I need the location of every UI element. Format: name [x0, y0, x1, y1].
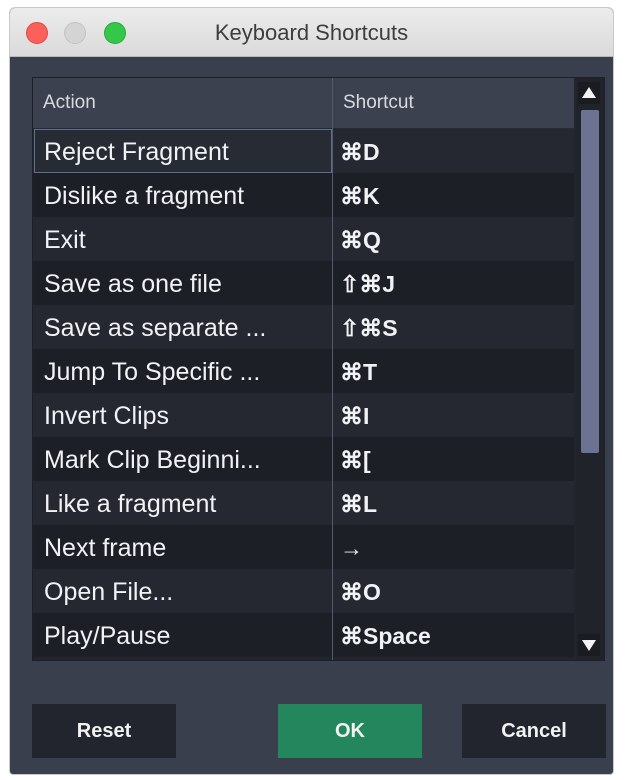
scroll-thumb[interactable]	[581, 110, 599, 453]
shortcuts-table: Action Shortcut Reject Fragment ⌘D Dislike…	[32, 77, 605, 661]
shortcut-cell[interactable]: ⌘K	[340, 173, 380, 217]
column-divider	[332, 78, 333, 660]
shortcut-cell[interactable]: →	[340, 525, 363, 569]
shortcut-cell[interactable]: ⌘T	[340, 349, 377, 393]
action-cell[interactable]: Next frame	[44, 525, 166, 569]
action-cell[interactable]: Play/Pause	[44, 613, 170, 657]
shortcut-cell[interactable]: ⌘Space	[340, 613, 431, 657]
table-row[interactable]: Save as one file ⇧⌘J	[33, 261, 574, 305]
keyboard-shortcuts-window: Keyboard Shortcuts Action Shortcut Rejec…	[10, 8, 613, 774]
shortcut-cell[interactable]: ⌘L	[340, 481, 377, 525]
table-row[interactable]: Jump To Specific ... ⌘T	[33, 349, 574, 393]
table-row[interactable]: Save as separate ... ⇧⌘S	[33, 305, 574, 349]
table-row[interactable]: Exit ⌘Q	[33, 217, 574, 261]
action-cell[interactable]: Save as separate ...	[44, 305, 266, 349]
cancel-button[interactable]: Cancel	[462, 704, 606, 758]
action-cell[interactable]: Dislike a fragment	[44, 173, 244, 217]
scroll-down-arrow-icon[interactable]	[578, 634, 600, 656]
shortcut-cell[interactable]: ⌘[	[340, 437, 371, 481]
action-cell[interactable]: Reject Fragment	[44, 129, 229, 173]
ok-button[interactable]: OK	[278, 704, 422, 758]
table-row[interactable]: Next frame →	[33, 525, 574, 569]
table-row[interactable]: Open File... ⌘O	[33, 569, 574, 613]
table-row[interactable]: Invert Clips ⌘I	[33, 393, 574, 437]
action-cell[interactable]: Open File...	[44, 569, 173, 613]
action-cell[interactable]: Exit	[44, 217, 86, 261]
scroll-up-arrow-icon[interactable]	[578, 82, 600, 104]
table-row[interactable]: Reject Fragment ⌘D	[33, 129, 574, 173]
column-header-action[interactable]: Action	[43, 78, 96, 128]
shortcut-cell[interactable]: ⌘I	[340, 393, 369, 437]
action-cell[interactable]: Mark Clip Beginni...	[44, 437, 261, 481]
table-header: Action Shortcut	[33, 78, 574, 129]
action-cell[interactable]: Like a fragment	[44, 481, 216, 525]
reset-button[interactable]: Reset	[32, 704, 176, 758]
shortcut-cell[interactable]: ⇧⌘S	[340, 305, 398, 349]
vertical-scrollbar[interactable]	[576, 78, 604, 660]
action-cell[interactable]: Jump To Specific ...	[44, 349, 260, 393]
shortcut-cell[interactable]: ⇧⌘J	[340, 261, 395, 305]
column-header-shortcut[interactable]: Shortcut	[343, 78, 414, 128]
table-row[interactable]: Dislike a fragment ⌘K	[33, 173, 574, 217]
table-row[interactable]: Play/Pause ⌘Space	[33, 613, 574, 657]
action-cell[interactable]: Invert Clips	[44, 393, 169, 437]
table-row[interactable]: Mark Clip Beginni... ⌘[	[33, 437, 574, 481]
table-viewport: Action Shortcut Reject Fragment ⌘D Dislike…	[33, 78, 574, 660]
table-row[interactable]: Like a fragment ⌘L	[33, 481, 574, 525]
window-title: Keyboard Shortcuts	[214, 20, 409, 45]
shortcut-cell[interactable]: ⌘O	[340, 569, 381, 613]
title-bar: Keyboard Shortcuts	[10, 8, 613, 57]
action-cell[interactable]: Save as one file	[44, 261, 222, 305]
shortcut-cell[interactable]: ⌘D	[340, 129, 380, 173]
shortcut-cell[interactable]: ⌘Q	[340, 217, 381, 261]
